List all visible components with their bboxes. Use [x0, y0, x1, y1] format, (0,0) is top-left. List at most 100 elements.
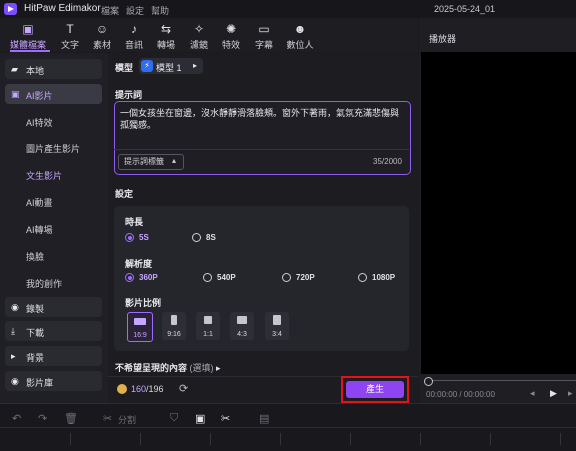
sidebar-sub-text-to-video[interactable]: 文生影片 — [26, 169, 62, 182]
folder-icon: ▰ — [11, 64, 18, 74]
timeline-tick — [490, 433, 491, 445]
tab-stickers[interactable]: ☺ 素材 — [84, 21, 120, 51]
menu-settings[interactable]: 設定 — [126, 4, 144, 17]
tab-subtitle[interactable]: ▭ 字幕 — [246, 21, 282, 51]
sidebar-sub-ai-effects[interactable]: AI特效 — [26, 116, 53, 129]
download-icon: ⤓ — [11, 326, 15, 336]
delete-icon[interactable]: 🗑 — [64, 412, 78, 425]
active-tab-indicator — [10, 50, 50, 52]
text-icon: T — [66, 22, 74, 36]
record-icon: ◉ — [11, 302, 19, 312]
scrub-track[interactable] — [426, 380, 576, 381]
step-forward-icon[interactable]: ▸ — [568, 388, 573, 399]
app-logo-icon — [4, 3, 17, 15]
text-tool-icon[interactable]: ▣ — [195, 412, 205, 425]
sidebar-sub-face-swap[interactable]: 換臉 — [26, 250, 44, 263]
transition-icon: ⇆ — [160, 22, 172, 36]
preview-screen — [421, 52, 576, 374]
chevron-right-icon: ▸ — [193, 61, 198, 70]
split-icon[interactable]: ✂ — [103, 412, 112, 425]
export-frame-icon[interactable]: ▤ — [259, 412, 269, 425]
timeline-tick — [70, 433, 71, 445]
caret-up-icon: ▴ — [172, 156, 177, 165]
timeline-tick — [280, 433, 281, 445]
tab-effects[interactable]: ✺ 特效 — [213, 21, 249, 51]
prompt-divider — [114, 149, 409, 150]
sidebar-sub-image-to-video[interactable]: 圖片產生影片 — [26, 142, 80, 155]
sidebar-item-video-library[interactable]: ◉ 影片庫 — [5, 371, 102, 391]
ai-icon: ▣ — [11, 89, 20, 99]
split-label[interactable]: 分割 — [118, 413, 136, 426]
prompt-tags-button[interactable]: 提示詞標籤 ▴ — [118, 154, 184, 170]
shield-icon[interactable]: ⛉ — [170, 412, 178, 425]
settings-label: 設定 — [115, 189, 134, 199]
step-back-icon[interactable]: ◂ — [530, 388, 535, 399]
tab-media[interactable]: ▣ 媒體檔案 — [10, 21, 46, 51]
scrub-handle[interactable] — [424, 377, 433, 386]
model-label: 模型 — [115, 63, 134, 73]
timeline-tick — [210, 433, 211, 445]
resolution-360p-radio[interactable] — [125, 273, 134, 282]
tab-transition[interactable]: ⇆ 轉場 — [148, 21, 184, 51]
undo-icon[interactable]: ↶ — [12, 412, 21, 425]
duration-8s-radio[interactable] — [192, 233, 201, 242]
refresh-icon[interactable]: ⟳ — [179, 382, 188, 395]
sidebar-item-local[interactable]: ▰ 本地 — [5, 59, 102, 79]
duration-8s-label: 8S — [206, 233, 216, 242]
sidebar-item-background[interactable]: ▸ 背景 — [5, 346, 102, 366]
library-icon: ◉ — [11, 376, 19, 386]
model-selector[interactable]: ⚡ 模型 1 ▸ — [139, 58, 203, 74]
filter-icon: ✧ — [193, 22, 205, 36]
subtitle-icon: ▭ — [258, 22, 270, 36]
prompt-label: 提示詞 — [115, 90, 143, 100]
ratio-16-9-button[interactable]: 16:9 — [127, 312, 153, 342]
resolution-1080p-radio[interactable] — [358, 273, 367, 282]
resolution-540p-label: 540P — [217, 273, 236, 282]
resolution-540p-radio[interactable] — [203, 273, 212, 282]
sidebar-item-record[interactable]: ◉ 錄製 — [5, 297, 102, 317]
prompt-counter: 35/2000 — [373, 157, 402, 166]
generate-button[interactable]: 產生 — [346, 381, 404, 398]
negative-prompt-toggle[interactable]: 不希望呈現的內容 (選填) ▸ — [115, 361, 221, 374]
caret-right-icon: ▸ — [11, 351, 16, 361]
sidebar-sub-my-creations[interactable]: 我的創作 — [26, 277, 62, 290]
duration-5s-radio[interactable] — [125, 233, 134, 242]
ratio-9-16-button[interactable]: 9:16 — [162, 312, 186, 340]
ratio-1-1-button[interactable]: 1:1 — [196, 312, 220, 340]
sticker-icon: ☺ — [95, 22, 109, 36]
sidebar-item-ai-video[interactable]: ▣ AI影片 — [5, 84, 102, 104]
play-icon[interactable]: ▶ — [550, 388, 557, 399]
timeline-ruler — [0, 427, 576, 428]
timeline-tick — [420, 433, 421, 445]
sidebar-item-download[interactable]: ⤓ 下載 — [5, 321, 102, 341]
ratio-4-3-icon — [237, 316, 247, 324]
tab-text[interactable]: T 文字 — [52, 21, 88, 51]
resolution-1080p-label: 1080P — [372, 273, 396, 282]
tab-digital-human[interactable]: ☻ 數位人 — [282, 21, 318, 51]
ratio-3-4-button[interactable]: 3:4 — [265, 312, 289, 340]
redo-icon[interactable]: ↷ — [38, 412, 47, 425]
ratio-9-16-icon — [171, 315, 177, 325]
timeline-tick — [140, 433, 141, 445]
menu-file[interactable]: 檔案 — [101, 4, 119, 17]
resolution-720p-radio[interactable] — [282, 273, 291, 282]
player-title: 播放器 — [429, 34, 457, 44]
aspect-ratio-label: 影片比例 — [125, 298, 162, 308]
tab-filter[interactable]: ✧ 濾鏡 — [181, 21, 217, 51]
ratio-4-3-button[interactable]: 4:3 — [230, 312, 254, 340]
duration-5s-label: 5S — [139, 233, 149, 242]
menu-help[interactable]: 幫助 — [151, 4, 169, 17]
sidebar-sub-ai-animation[interactable]: AI動畫 — [26, 196, 53, 209]
music-icon: ♪ — [131, 22, 137, 36]
sidebar-sub-ai-transition[interactable]: AI轉場 — [26, 223, 53, 236]
credits-counter: 160/196 — [131, 384, 164, 394]
ratio-1-1-icon — [204, 316, 212, 324]
effects-icon: ✺ — [225, 22, 237, 36]
tab-audio[interactable]: ♪ 音訊 — [116, 21, 152, 51]
cut-icon[interactable]: ✂ — [221, 412, 230, 425]
playback-time: 00:00:00 / 00:00:00 — [426, 390, 495, 399]
resolution-720p-label: 720P — [296, 273, 315, 282]
duration-label: 時長 — [125, 217, 144, 227]
timeline-tick — [350, 433, 351, 445]
prompt-text: 一個女孩坐在窗邊，沒水靜靜滑落臉頰。窗外下著雨，氣氛充滿悲傷與孤獨感。 — [120, 108, 400, 130]
